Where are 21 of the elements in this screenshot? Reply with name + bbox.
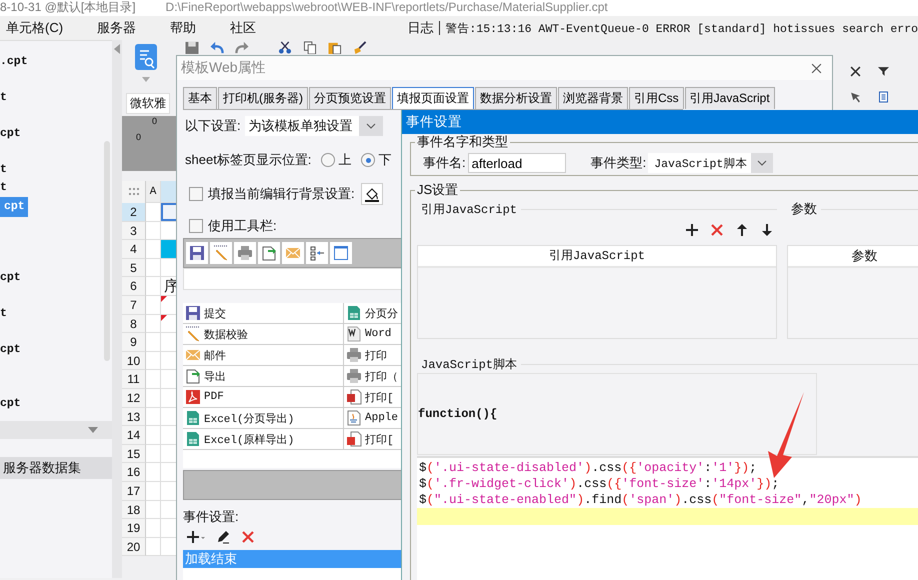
file-path: D:\FineReport\webapps\webroot\WEB-INF\reportlets/Purchase/MaterialSupplier.cpt	[166, 0, 608, 14]
section-label: JavaScript脚本	[421, 356, 518, 372]
group-title: 事件名字和类型	[415, 134, 510, 150]
code-text: function(){	[418, 407, 498, 421]
code-line: $(".ui-state-enabled").find('span').css("font-size","20px")	[418, 492, 863, 508]
group-title: JS设置	[415, 182, 460, 198]
field-label: 事件名:	[423, 154, 466, 172]
ruler-label: 0	[136, 132, 142, 142]
section-label: 引用JavaScript	[421, 202, 518, 218]
field-label: sheet标签页显示位置:	[185, 151, 312, 169]
log-message: 警告:15:13:16 AWT-EventQueue-0 ERROR [standard] hotissues search erro	[445, 22, 918, 36]
field-label: 事件类型:	[590, 154, 646, 172]
code-line: $('.fr-widget-click').css({'font-size':'14px'});	[418, 476, 780, 492]
workspace-label: 8-10-31 @默认[本地目录]	[0, 0, 136, 16]
dialog-title: 事件设置	[406, 113, 462, 131]
section-label: 参数	[791, 200, 817, 218]
section-label: 事件设置:	[183, 508, 240, 526]
code-line: $('.ui-state-disabled').css({'opacity':'1'});	[418, 460, 758, 476]
field-label: 以下设置:	[185, 117, 241, 135]
ruler-label: 0	[152, 116, 158, 126]
dialog-title: 模板Web属性	[181, 59, 266, 77]
